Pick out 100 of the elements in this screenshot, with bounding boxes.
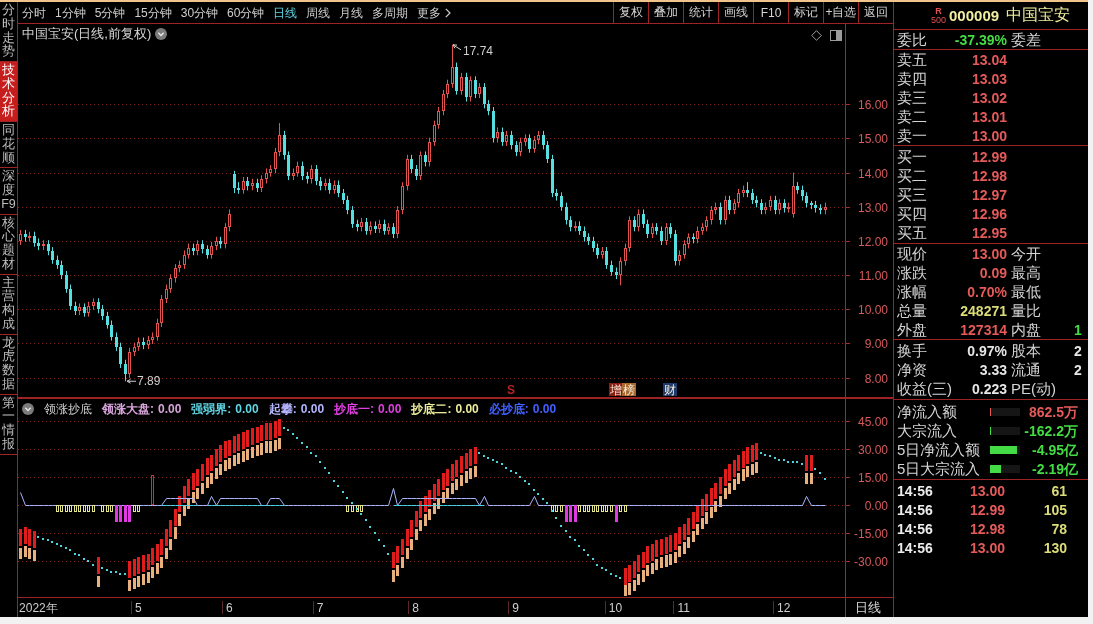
trade-volume: 61 (1051, 482, 1067, 499)
period-tab[interactable]: 周线 (306, 4, 331, 21)
sidebar-tab[interactable]: 主营构成 (0, 274, 17, 335)
stock-name: 中国宝安 (1006, 5, 1071, 25)
sidebar-tab[interactable]: 核心题材 (0, 214, 17, 275)
quote-label: 流通 (1011, 360, 1041, 379)
event-tag[interactable]: 增 (609, 383, 623, 397)
axis-label: 13.00 (857, 200, 888, 215)
quote-value: 13.01 (971, 108, 1007, 125)
chevron-right-icon (445, 7, 452, 18)
toolbar-button[interactable]: 画线 (718, 2, 753, 23)
candle (460, 72, 463, 96)
quote-value: 0.09 (979, 264, 1007, 281)
quote-value: 0.223 (971, 380, 1007, 397)
period-tab[interactable]: 多周期 (372, 4, 409, 21)
toolbar-button[interactable]: 复权 (613, 2, 648, 23)
quote-label: 内盘 (1011, 320, 1041, 339)
half-square-icon[interactable] (830, 30, 842, 41)
candle (19, 229, 22, 246)
quote-value: 13.03 (971, 70, 1007, 87)
legend-value: 0.00 (158, 402, 182, 416)
quote-label: 今开 (1011, 244, 1041, 263)
quote-label: 涨幅 (897, 282, 927, 301)
chevron-down-icon[interactable] (155, 27, 168, 40)
quote-value: 13.00 (971, 127, 1007, 144)
quote-label: 最高 (1011, 263, 1041, 282)
event-tag[interactable]: 榜 (622, 383, 636, 397)
quote-label: 涨跌 (897, 263, 927, 282)
sidebar-tab[interactable]: 龙虎数据 (0, 334, 17, 395)
period-tab[interactable]: 15分钟 (134, 4, 172, 21)
event-tag[interactable]: 财 (663, 383, 677, 397)
period-tab[interactable]: 分时 (22, 4, 46, 21)
quote-value: 127314 (960, 321, 1007, 338)
diamond-icon[interactable] (811, 30, 822, 41)
index-letter: R (935, 6, 942, 16)
period-tab[interactable]: 60分钟 (227, 4, 265, 21)
quote-value: 13.00 (971, 245, 1007, 262)
sidebar-tab[interactable]: 技术分析 (0, 62, 17, 122)
low-price-label: 7.89 (137, 374, 161, 389)
quote-label: 买三 (897, 185, 927, 204)
axis-label: 9.00 (864, 336, 888, 351)
toolbar-button[interactable]: 返回 (858, 2, 893, 23)
toolbar-button[interactable]: 统计 (683, 2, 718, 23)
period-tab[interactable]: 30分钟 (180, 4, 219, 21)
trade-price: 13.00 (969, 482, 1005, 499)
more-button[interactable]: 更多 (417, 4, 452, 21)
toolbar-button[interactable]: 叠加 (648, 2, 683, 23)
stock-code: 000009 (949, 7, 1000, 24)
chevron-down-icon[interactable] (22, 403, 34, 415)
quote-label: 买一 (897, 147, 927, 166)
sidebar-tab[interactable]: 第一情报 (0, 394, 17, 455)
axis-label: 10.00 (857, 302, 888, 317)
quote-label: 外盘 (897, 320, 927, 339)
candle (301, 161, 304, 181)
quote-value: 13.02 (971, 89, 1007, 106)
period-tab[interactable]: 1分钟 (55, 4, 86, 21)
trade-time: 14:56 (897, 482, 933, 499)
indicator-title: 领涨抄底 (44, 402, 92, 416)
quote-value: 0.97% (967, 342, 1007, 359)
quote-label: 现价 (897, 244, 927, 263)
quote-label: 卖四 (897, 69, 927, 88)
arrow-icon (126, 378, 137, 384)
legend-label: 领涨大盘: (102, 402, 154, 416)
legend-label: 抄底二: (411, 402, 452, 416)
quote-label: 委比 (897, 30, 927, 49)
toolbar-button[interactable]: F10 (753, 2, 788, 23)
flow-value: -4.95亿 (1032, 441, 1078, 458)
flow-value: 862.5万 (1028, 403, 1078, 420)
toolbar-button[interactable]: 标记 (788, 2, 823, 23)
period-tab[interactable]: 月线 (339, 4, 364, 21)
sidebar-tab[interactable]: 深度F9 (0, 168, 17, 215)
quote-value: 12.96 (971, 205, 1007, 222)
quote-label: 换手 (897, 341, 927, 360)
trade-time: 14:56 (897, 539, 933, 556)
quote-value: 0.70% (967, 283, 1007, 300)
quote-value: 12.95 (971, 224, 1007, 241)
quote-label: PE(动) (1011, 379, 1056, 398)
trade-price: 12.99 (969, 501, 1005, 518)
sidebar-tab[interactable]: 同花顺 (0, 122, 17, 169)
candle (42, 239, 45, 251)
period-tab[interactable]: 5分钟 (94, 4, 126, 21)
candle (824, 202, 827, 215)
toolbar-button[interactable]: +自选 (823, 2, 858, 23)
candle (560, 191, 563, 212)
candle (769, 195, 772, 212)
candle (92, 297, 95, 311)
candle (819, 203, 822, 215)
axis-label: 12.00 (857, 234, 888, 249)
candle (719, 202, 722, 225)
quote-label: 收益(三) (897, 379, 952, 398)
quote-value: 12.98 (971, 167, 1007, 184)
legend-label: 强弱界: (191, 402, 232, 416)
quote-value: 12.97 (971, 186, 1007, 203)
quote-label: 卖二 (897, 107, 927, 126)
trade-time: 14:56 (897, 520, 933, 537)
candle (401, 181, 404, 215)
quote-value: 1 (1074, 321, 1082, 338)
axis-label: 16.00 (857, 97, 888, 112)
sidebar-tab[interactable]: 分时走势 (0, 2, 17, 62)
period-tab[interactable]: 日线 (273, 4, 298, 21)
